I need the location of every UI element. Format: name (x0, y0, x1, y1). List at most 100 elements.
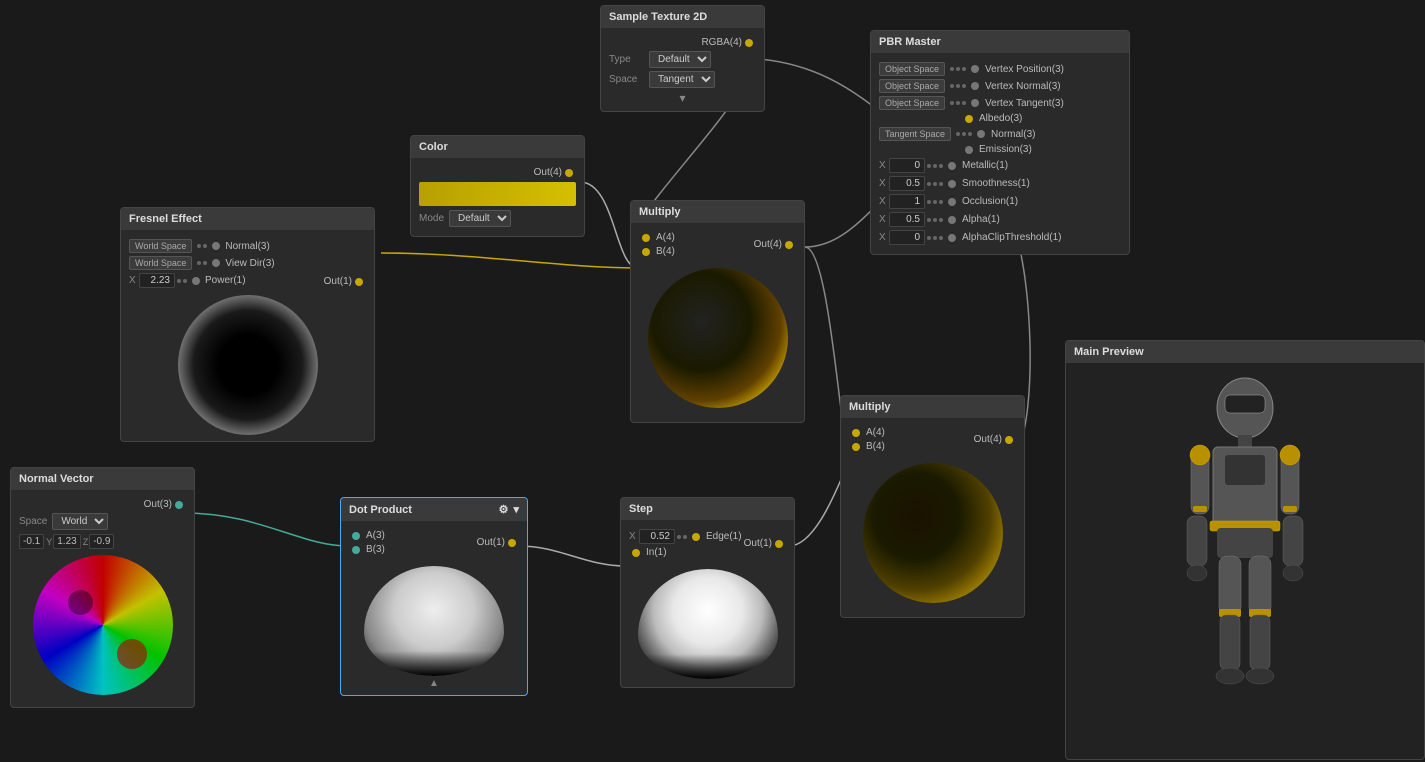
color-out-port[interactable] (565, 169, 573, 177)
fresnel-viewdir-port[interactable] (212, 259, 220, 267)
dot-a-label: A(3) (366, 530, 385, 541)
multiply1-out-label: Out(4) (754, 239, 782, 250)
vertex-tangent-dots (950, 101, 966, 105)
rgba-port[interactable] (745, 39, 753, 47)
multiply1-a-port[interactable] (642, 234, 650, 242)
fresnel-normal-space: World Space (129, 239, 192, 253)
fresnel-power-label: Power(1) (205, 275, 246, 286)
dot-product-title: Dot Product (349, 504, 412, 516)
step-in-port[interactable] (632, 549, 640, 557)
dot-out-port[interactable] (508, 539, 516, 547)
fresnel-normal-port[interactable] (212, 242, 220, 250)
color-out-label: Out(4) (534, 167, 562, 178)
normal-z-val: -0.9 (89, 534, 114, 549)
vertex-tangent-label: Vertex Tangent(3) (985, 98, 1064, 109)
multiply1-b-port[interactable] (642, 248, 650, 256)
fresnel-out-port[interactable] (355, 278, 363, 286)
normal-z-text: Z (83, 537, 89, 547)
alphaclip-dots (927, 236, 943, 240)
multiply2-b-row: B(4) (849, 441, 974, 452)
vertex-normal-port[interactable] (971, 82, 979, 90)
type-label: Type (609, 54, 649, 65)
space-select[interactable]: Tangent (649, 71, 715, 88)
vertex-tangent-row: Object Space Vertex Tangent(3) (879, 96, 1121, 110)
normal-space-select[interactable]: World (52, 513, 108, 530)
albedo-port[interactable] (965, 115, 973, 123)
fresnel-preview (178, 295, 318, 435)
emission-port[interactable] (965, 146, 973, 154)
normal-y-val: 1.23 (53, 534, 80, 549)
step-node: Step X 0.52 Edge(1) In(1) Out(1) (620, 497, 795, 688)
mode-label: Mode (419, 213, 444, 224)
multiply2-a-row: A(4) (849, 427, 974, 438)
pbr-master-node: PBR Master Object Space Vertex Position(… (870, 30, 1130, 255)
alpha-port[interactable] (948, 216, 956, 224)
normal-space-row: Space World (19, 513, 186, 530)
multiply1-a-row: A(4) (639, 232, 754, 243)
occlusion-row: X 1 Occlusion(1) (879, 194, 1121, 209)
smoothness-port[interactable] (948, 180, 956, 188)
normal-vector-out-row: Out(3) (19, 499, 186, 510)
normal-y-text: Y (46, 537, 52, 547)
multiply1-node: Multiply A(4) B(4) Out(4) (630, 200, 805, 423)
alphaclip-label: AlphaClipThreshold(1) (962, 232, 1062, 243)
step-in-label: In(1) (646, 547, 667, 558)
normal-port[interactable] (977, 130, 985, 138)
dot-product-up-arrow[interactable]: ▲ (349, 678, 519, 689)
alphaclip-port[interactable] (948, 234, 956, 242)
step-edge-row: X 0.52 Edge(1) (629, 529, 744, 544)
main-preview-header: Main Preview (1066, 341, 1424, 363)
main-preview-title: Main Preview (1074, 346, 1144, 358)
main-preview-panel: Main Preview (1065, 340, 1425, 760)
fresnel-out-label: Out(1) (324, 276, 352, 287)
multiply2-out-port[interactable] (1005, 436, 1013, 444)
vertex-position-port[interactable] (971, 65, 979, 73)
type-select[interactable]: Default (649, 51, 711, 68)
vertex-tangent-port[interactable] (971, 99, 979, 107)
expand-chevron[interactable]: ▾ (609, 91, 756, 105)
vertex-normal-row: Object Space Vertex Normal(3) (879, 79, 1121, 93)
color-bar[interactable] (419, 182, 576, 206)
normal-vector-color-wheel (33, 555, 173, 695)
occlusion-label: Occlusion(1) (962, 196, 1018, 207)
step-out-port[interactable] (775, 540, 783, 548)
sample-texture-2d-node: Sample Texture 2D RGBA(4) Type Default S… (600, 5, 765, 112)
multiply2-a-port[interactable] (852, 429, 860, 437)
multiply2-node: Multiply A(4) B(4) Out(4) (840, 395, 1025, 618)
vertex-position-dots (950, 67, 966, 71)
normal-xyz-row: -0.1 Y 1.23 Z -0.9 (19, 534, 186, 549)
step-edge-label: Edge(1) (706, 531, 742, 542)
multiply1-header: Multiply (631, 201, 804, 223)
normal-vector-out-port[interactable] (175, 501, 183, 509)
dot-a-port[interactable] (352, 532, 360, 540)
fresnel-viewdir-label: View Dir(3) (225, 258, 274, 269)
color-output-row: Out(4) (419, 167, 576, 178)
step-in-row: In(1) (629, 547, 744, 558)
multiply2-out-label: Out(4) (974, 434, 1002, 445)
fresnel-power-port[interactable] (192, 277, 200, 285)
fresnel-effect-node: Fresnel Effect World Space Normal(3) Wor… (120, 207, 375, 442)
fresnel-viewdir-row: World Space View Dir(3) (129, 256, 324, 270)
multiply2-b-port[interactable] (852, 443, 860, 451)
dot-b-row: B(3) (349, 544, 477, 555)
dot-a-row: A(3) (349, 530, 477, 541)
vertex-normal-label: Vertex Normal(3) (985, 81, 1061, 92)
metallic-label: Metallic(1) (962, 160, 1008, 171)
mode-select[interactable]: Default (449, 210, 511, 227)
dot-out-label: Out(1) (477, 537, 505, 548)
tangent-space-badge: Tangent Space (879, 127, 951, 141)
dot-product-chevron-icon[interactable]: ▾ (513, 503, 519, 516)
vertex-normal-dots (950, 84, 966, 88)
dot-b-port[interactable] (352, 546, 360, 554)
normal-vector-title: Normal Vector (19, 473, 94, 485)
sample-texture-2d-header: Sample Texture 2D (601, 6, 764, 28)
multiply2-b-label: B(4) (866, 441, 885, 452)
dot-product-gear-icon[interactable]: ⚙ (499, 503, 509, 516)
occlusion-port[interactable] (948, 198, 956, 206)
space-row: Space Tangent (609, 71, 756, 88)
step-out-label: Out(1) (744, 538, 772, 549)
step-edge-port[interactable] (692, 533, 700, 541)
normal-row: Tangent Space Normal(3) (879, 127, 1121, 141)
multiply1-out-port[interactable] (785, 241, 793, 249)
metallic-port[interactable] (948, 162, 956, 170)
